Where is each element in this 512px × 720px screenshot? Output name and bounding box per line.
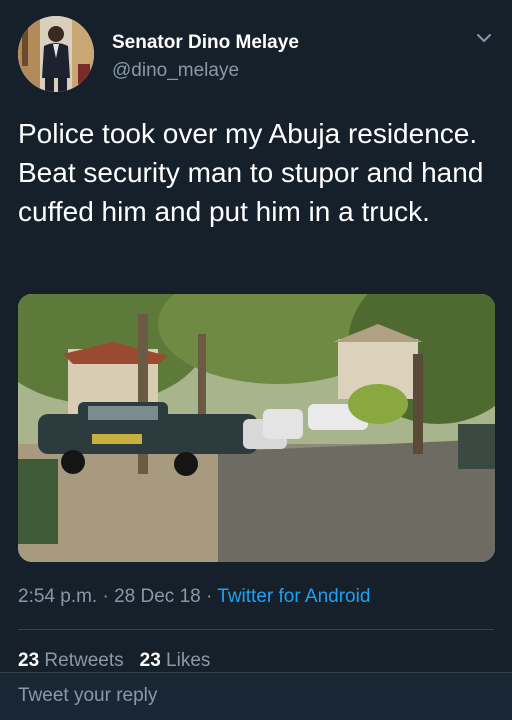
avatar[interactable] [18,16,94,92]
reply-bar [0,672,512,720]
likes-label: Likes [166,650,211,671]
tweet-photo[interactable] [18,294,495,562]
meta-separator: · [206,586,213,607]
tweet-source-link[interactable]: Twitter for Android [217,586,370,607]
retweets-label: Retweets [44,650,124,671]
tweet-date: 28 Dec 18 [114,586,201,607]
author-handle[interactable]: @dino_melaye [112,60,239,82]
likes-stat[interactable]: 23 Likes [140,650,211,671]
tweet-detail-screen: Senator Dino Melaye @dino_melaye Police … [0,0,512,720]
tweet-header: Senator Dino Melaye @dino_melaye [18,16,498,96]
divider [18,629,494,630]
author-name[interactable]: Senator Dino Melaye [112,32,299,54]
tweet-text: Police took over my Abuja residence. Bea… [18,118,484,227]
retweets-count: 23 [18,650,40,671]
chevron-down-icon[interactable] [474,28,494,48]
meta-separator: · [102,586,109,607]
tweet-stats: 23 Retweets 23 Likes [18,650,210,672]
tweet-time: 2:54 p.m. [18,586,98,607]
retweets-stat[interactable]: 23 Retweets [18,650,124,671]
likes-count: 23 [139,650,161,671]
tweet-metadata: 2:54 p.m. · 28 Dec 18 · Twitter for Andr… [18,586,370,608]
reply-input[interactable] [18,685,478,707]
